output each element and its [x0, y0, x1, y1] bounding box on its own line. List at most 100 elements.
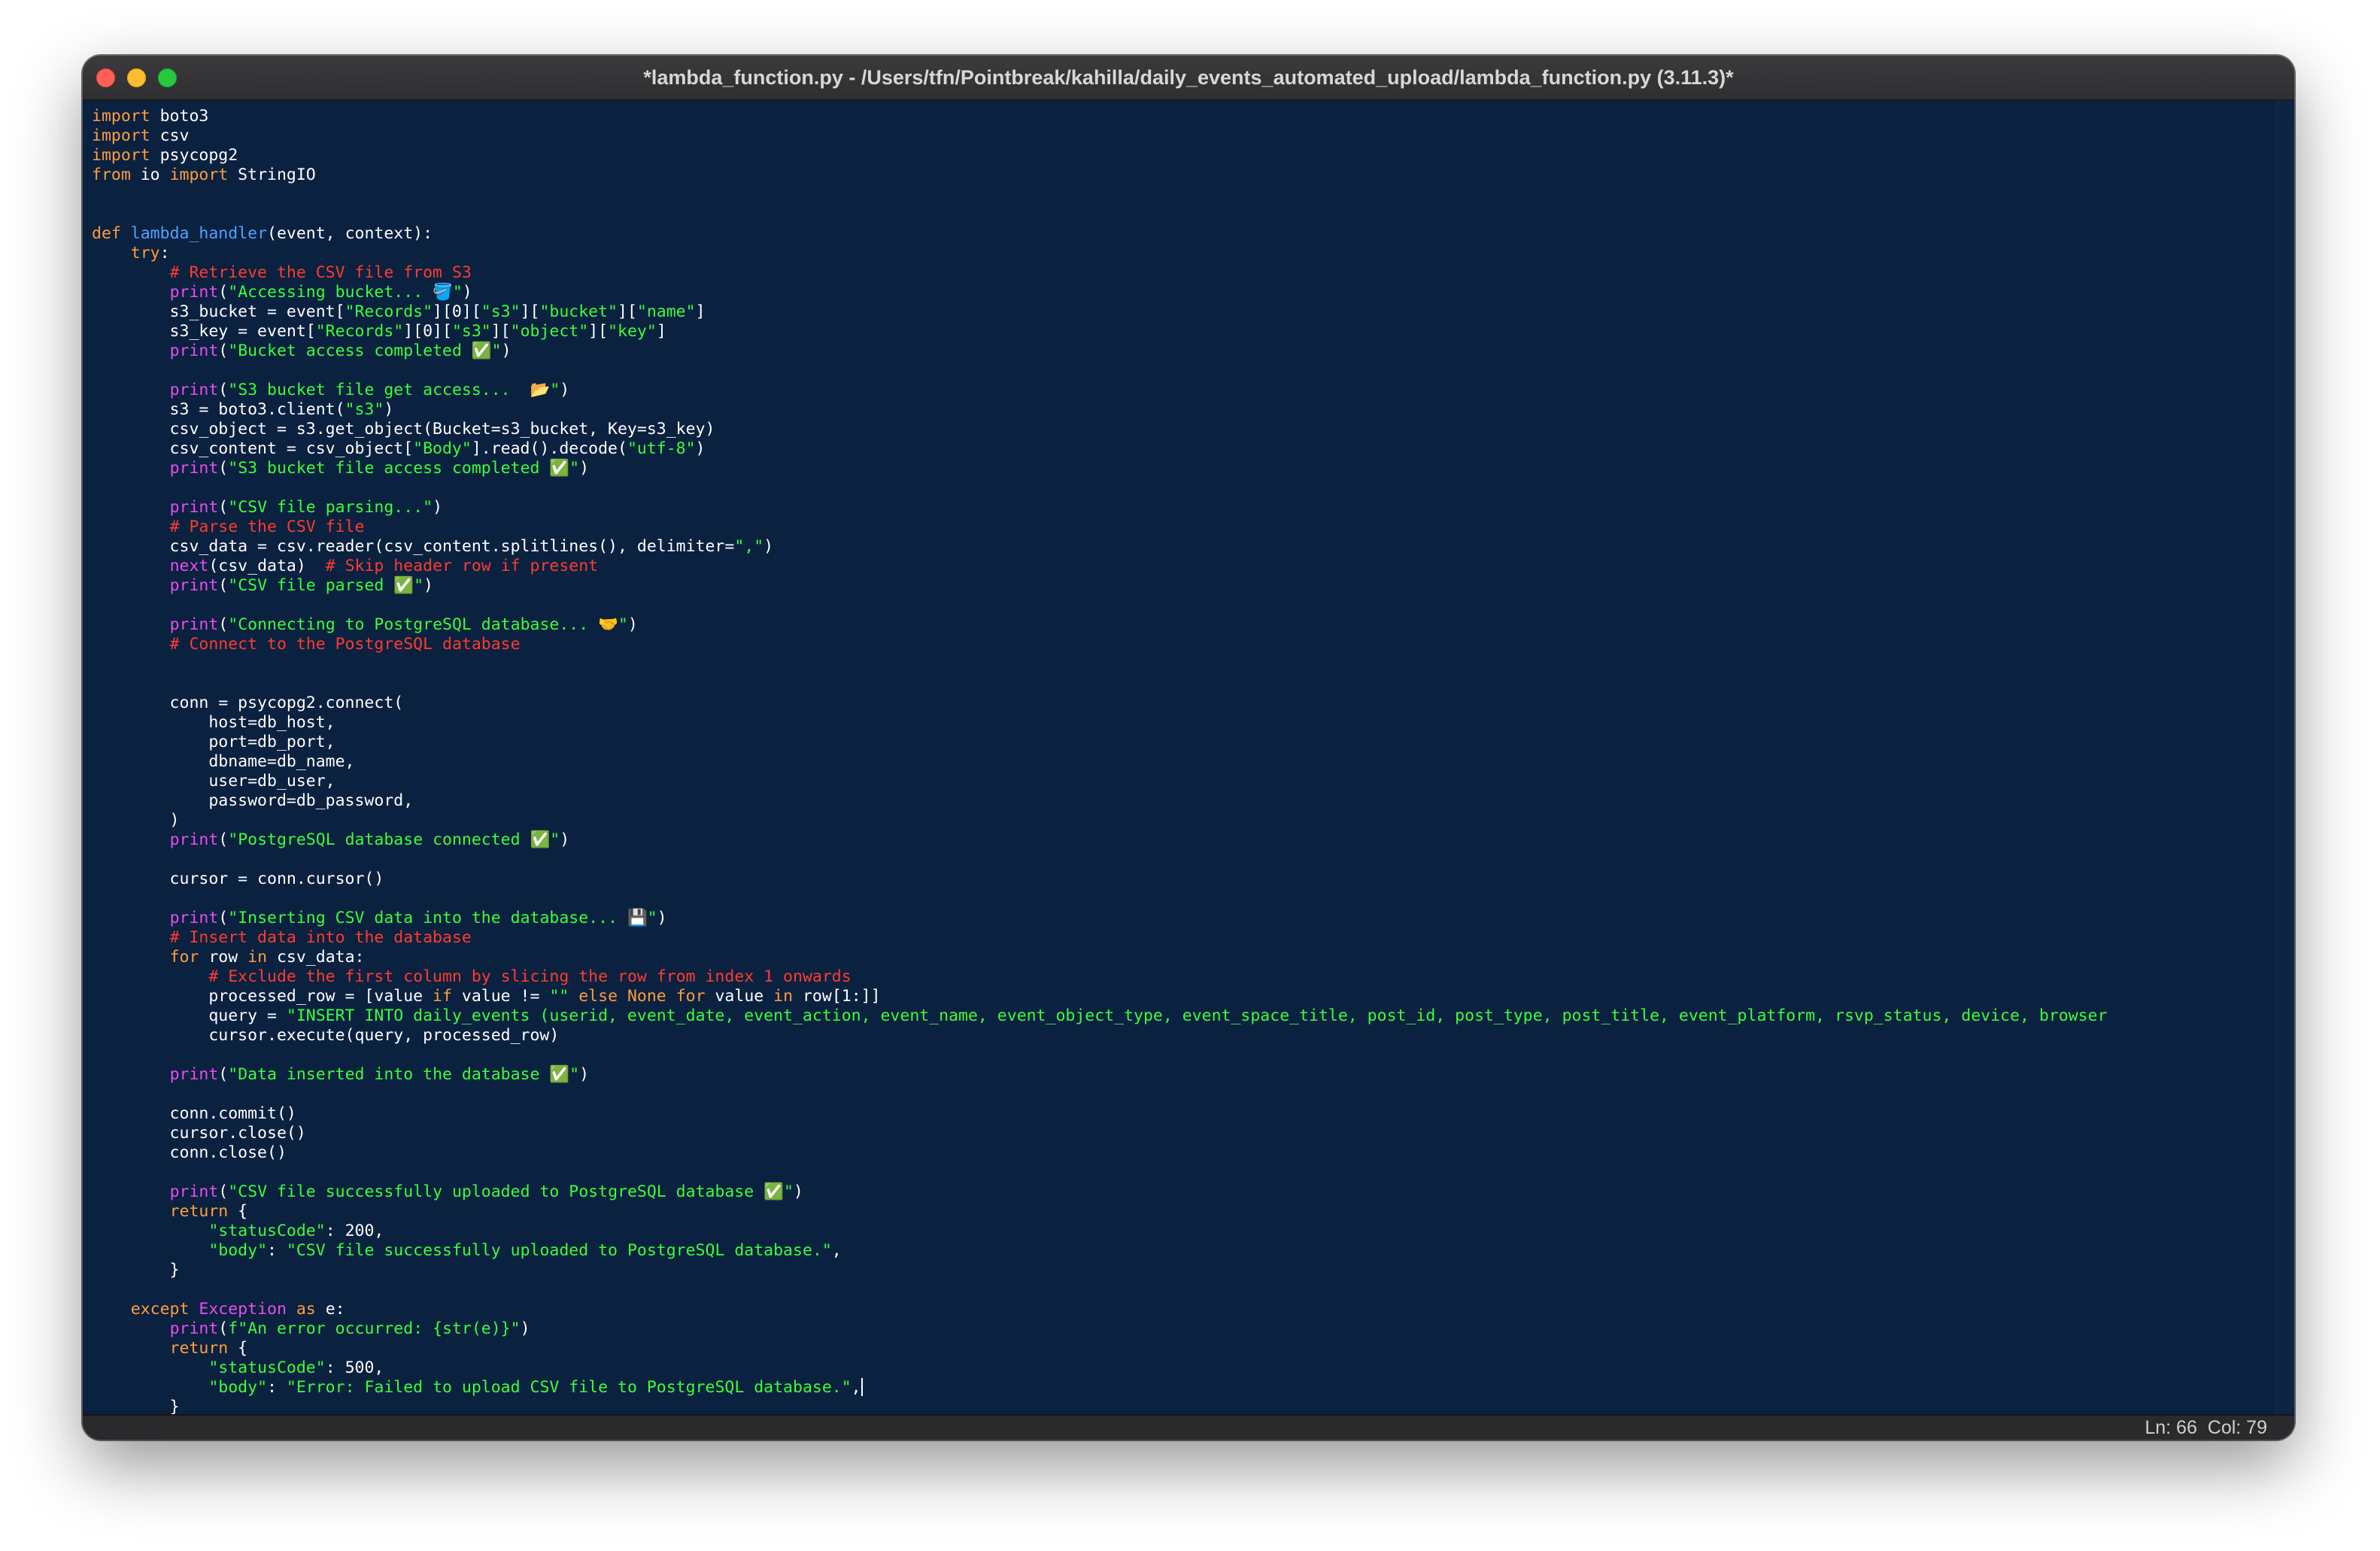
- code-line: print("CSV file parsing..."): [92, 498, 2273, 518]
- code-token: "": [549, 987, 569, 1006]
- code-token: "Data inserted into the database ✅": [228, 1065, 580, 1084]
- code-token: in: [773, 987, 794, 1006]
- code-editor[interactable]: import boto3 import csv import psycopg2 fro…: [83, 101, 2273, 1440]
- code-token: ): [579, 1065, 590, 1084]
- code-line: # Connect to the PostgreSQL database: [92, 635, 2273, 654]
- code-token: ): [423, 576, 433, 595]
- code-token: dbname=db_name,: [92, 752, 355, 771]
- code-line: try:: [92, 244, 2273, 263]
- code-line: cursor.execute(query, processed_row): [92, 1026, 2273, 1046]
- code-token: import: [92, 146, 150, 165]
- code-token: ): [462, 283, 472, 302]
- code-text-area[interactable]: import boto3 import csv import psycopg2 fro…: [83, 101, 2273, 1417]
- code-token: "name": [636, 302, 696, 321]
- code-token: "Accessing bucket... 🪣": [228, 283, 463, 302]
- code-token: "PostgreSQL database connected ✅": [228, 830, 560, 849]
- code-token: for: [169, 948, 199, 967]
- code-token: if: [433, 987, 452, 1006]
- code-token: ): [384, 400, 394, 419]
- code-line: # Parse the CSV file: [92, 518, 2273, 537]
- editor-window: *lambda_function.py - /Users/tfn/Pointbr…: [83, 56, 2294, 1440]
- code-token: {: [228, 1339, 248, 1358]
- code-token: : 200,: [325, 1222, 384, 1240]
- code-token: print: [169, 1065, 219, 1084]
- code-line: print("CSV file successfully uploaded to…: [92, 1182, 2273, 1202]
- code-token: (: [218, 1319, 229, 1338]
- code-token: else: [578, 987, 618, 1006]
- code-line: "body": "Error: Failed to upload CSV fil…: [92, 1378, 2273, 1398]
- code-token: return: [169, 1202, 229, 1221]
- code-token: ): [793, 1182, 803, 1201]
- code-token: # Connect to the PostgreSQL database: [169, 635, 521, 654]
- code-line: # Exclude the first column by slicing th…: [92, 967, 2273, 987]
- code-token: "CSV file successfully uploaded to Postg…: [286, 1241, 832, 1260]
- code-token: from: [92, 165, 131, 184]
- window-title: *lambda_function.py - /Users/tfn/Pointbr…: [643, 66, 1734, 89]
- code-token: "CSV file successfully uploaded to Postg…: [228, 1182, 794, 1201]
- code-token: ): [520, 1319, 530, 1338]
- code-line: print("S3 bucket file access completed ✅…: [92, 459, 2273, 478]
- code-line: print("PostgreSQL database connected ✅"): [92, 830, 2273, 850]
- code-token: row[1:]]: [793, 987, 881, 1006]
- code-line: def lambda_handler(event, context):: [92, 224, 2273, 244]
- code-token: "Connecting to PostgreSQL database... 🤝": [228, 615, 628, 634]
- code-token: (: [218, 381, 229, 399]
- code-line: conn = psycopg2.connect(: [92, 694, 2273, 713]
- code-token: value: [705, 987, 774, 1006]
- title-bar[interactable]: *lambda_function.py - /Users/tfn/Pointbr…: [83, 56, 2294, 101]
- code-line: query = "INSERT INTO daily_events (useri…: [92, 1006, 2273, 1026]
- code-token: ): [695, 439, 706, 458]
- code-line: for row in csv_data:: [92, 948, 2273, 967]
- vertical-scrollbar[interactable]: [2273, 101, 2294, 1440]
- code-token: ): [560, 381, 570, 399]
- code-line: }: [92, 1261, 2273, 1280]
- code-token: value !=: [451, 987, 550, 1006]
- code-line: ): [92, 811, 2273, 830]
- code-token: ): [657, 909, 667, 927]
- code-token: except: [130, 1300, 190, 1319]
- code-token: "Bucket access completed ✅": [228, 341, 502, 360]
- code-token: "s3": [345, 400, 384, 419]
- code-token: "Records": [345, 302, 433, 321]
- code-token: "body": [208, 1241, 268, 1260]
- code-token: "key": [608, 322, 657, 341]
- code-token: psycopg2: [150, 146, 238, 165]
- code-line: print("Data inserted into the database ✅…: [92, 1065, 2273, 1085]
- code-token: ): [560, 830, 570, 849]
- code-token: conn.close(): [92, 1143, 287, 1162]
- code-token: csv_object = s3.get_object(Bucket=s3_buc…: [92, 420, 715, 439]
- code-token: csv_content = csv_object[: [92, 439, 414, 458]
- cursor-position: Ln: 66 Col: 79: [2145, 1416, 2267, 1440]
- code-line: conn.commit(): [92, 1104, 2273, 1124]
- code-token: f"An error occurred: {str(e)}": [228, 1319, 521, 1338]
- code-line: print("Connecting to PostgreSQL database…: [92, 615, 2273, 635]
- code-token: ][: [520, 302, 540, 321]
- code-token: (: [218, 615, 229, 634]
- code-token: ): [627, 615, 638, 634]
- code-token: csv_data:: [267, 948, 365, 967]
- code-token: ): [763, 537, 774, 556]
